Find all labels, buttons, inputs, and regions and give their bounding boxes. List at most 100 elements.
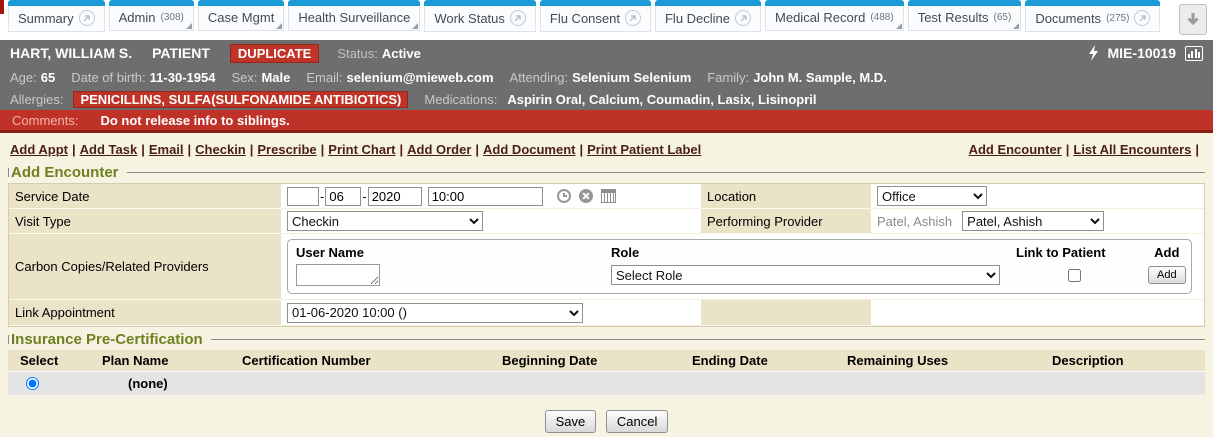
link-appointment-select[interactable]: 01-06-2020 10:00 (): [287, 303, 583, 323]
col-plan-name: Plan Name: [96, 350, 236, 372]
performing-provider-label: Performing Provider: [701, 209, 871, 234]
allergies-bar: Allergies: PENICILLINS, SULFA(SULFONAMID…: [0, 88, 1213, 110]
tab-medical-record[interactable]: Medical Record (488): [765, 0, 904, 31]
tab-case-mgmt[interactable]: Case Mgmt: [198, 0, 284, 31]
dropdown-fold-icon: [276, 23, 282, 29]
status-label: Status:: [337, 46, 377, 61]
popup-arrow-icon[interactable]: [1134, 10, 1150, 26]
add-header: Add: [1140, 242, 1194, 263]
patient-name: HART, WILLIAM S.: [10, 45, 132, 61]
save-button[interactable]: Save: [545, 410, 597, 433]
link-appointment-label: Link Appointment: [9, 300, 281, 326]
popup-arrow-icon[interactable]: [79, 10, 95, 26]
dropdown-fold-icon: [186, 23, 192, 29]
precert-select-radio[interactable]: [26, 377, 39, 390]
popup-arrow-icon[interactable]: [625, 10, 641, 26]
tab-documents[interactable]: Documents (275): [1025, 0, 1160, 32]
form-buttons: Save Cancel: [8, 410, 1205, 433]
dropdown-fold-icon: [1013, 23, 1019, 29]
service-time-input[interactable]: [428, 187, 543, 206]
link-print-chart[interactable]: Print Chart: [328, 142, 395, 157]
location-cell: Office: [871, 184, 1204, 209]
age-value: 65: [41, 70, 55, 85]
tab-summary[interactable]: Summary: [8, 0, 105, 32]
performing-provider-readonly: Patel, Ashish: [877, 214, 952, 229]
location-select[interactable]: Office: [877, 186, 987, 206]
link-to-patient-checkbox[interactable]: [1068, 269, 1081, 282]
cancel-button[interactable]: Cancel: [606, 410, 668, 433]
link-list-all-encounters[interactable]: List All Encounters: [1073, 142, 1191, 157]
service-date-cell: - -: [281, 184, 701, 209]
tab-work-status[interactable]: Work Status: [424, 0, 536, 32]
performing-provider-select[interactable]: Patel, Ashish: [962, 211, 1104, 231]
tab-flu-consent[interactable]: Flu Consent: [540, 0, 651, 32]
link-add-encounter[interactable]: Add Encounter: [969, 142, 1062, 157]
user-name-header: User Name: [288, 242, 603, 263]
link-prescribe[interactable]: Prescribe: [257, 142, 316, 157]
lightning-bolt-icon[interactable]: [1088, 45, 1099, 61]
col-remaining-uses: Remaining Uses: [841, 350, 1046, 372]
tab-bar: Summary Admin (308) Case Mgmt Health Sur…: [0, 0, 1213, 40]
visit-type-cell: Checkin: [281, 209, 701, 234]
tab-health-surveillance[interactable]: Health Surveillance: [288, 0, 420, 31]
edge-marker: [0, 0, 4, 14]
dropdown-fold-icon: [412, 23, 418, 29]
email-value: selenium@mieweb.com: [346, 70, 493, 85]
sex-value: Male: [261, 70, 290, 85]
service-date-day-input[interactable]: [325, 187, 361, 206]
dob-value: 11-30-1954: [150, 70, 216, 85]
allergy-badge: PENICILLINS, SULFA(SULFONAMIDE ANTIBIOTI…: [73, 91, 408, 108]
carbon-copies-label: Carbon Copies/Related Providers: [9, 234, 281, 300]
plan-name-cell: (none): [96, 372, 236, 395]
link-checkin[interactable]: Checkin: [195, 142, 246, 157]
add-encounter-legend: Add Encounter: [8, 164, 1205, 181]
dropdown-fold-icon: [896, 23, 902, 29]
add-encounter-form: Service Date - - Location Office Visit T…: [8, 183, 1205, 327]
popup-arrow-icon[interactable]: [735, 10, 751, 26]
empty-label-cell: [701, 300, 871, 326]
link-add-document[interactable]: Add Document: [483, 142, 575, 157]
calendar-icon[interactable]: [601, 189, 616, 203]
attending-value: Selenium Selenium: [572, 70, 691, 85]
col-description: Description: [1046, 350, 1205, 372]
add-button[interactable]: Add: [1148, 266, 1186, 284]
user-name-input[interactable]: [296, 264, 380, 286]
table-row: [8, 372, 96, 395]
role-header: Role: [603, 242, 1008, 263]
patient-type-label: PATIENT: [152, 45, 210, 61]
link-print-patient-label[interactable]: Print Patient Label: [587, 142, 701, 157]
clear-circle-icon[interactable]: [579, 189, 593, 203]
performing-provider-cell: Patel, Ashish Patel, Ashish: [871, 209, 1204, 234]
insurance-legend: Insurance Pre-Certification: [8, 331, 1205, 348]
popup-arrow-icon[interactable]: [510, 10, 526, 26]
carbon-copies-cell: User Name Role Link to Patient Add Selec…: [281, 234, 1204, 300]
family-value: John M. Sample, M.D.: [753, 70, 887, 85]
link-email[interactable]: Email: [149, 142, 184, 157]
quick-links-row: Add Appt|Add Task|Email|Checkin|Prescrib…: [8, 138, 1205, 163]
chart-id[interactable]: MIE-10019: [1108, 45, 1176, 61]
chart-icon[interactable]: [1185, 46, 1203, 61]
medications-value: Aspirin Oral, Calcium, Coumadin, Lasix, …: [507, 92, 816, 107]
tab-admin[interactable]: Admin (308): [109, 0, 194, 31]
tab-test-results[interactable]: Test Results (65): [908, 0, 1022, 31]
main-content: Add Appt|Add Task|Email|Checkin|Prescrib…: [0, 133, 1213, 433]
link-add-appt[interactable]: Add Appt: [10, 142, 68, 157]
download-button[interactable]: [1179, 4, 1207, 35]
link-add-task[interactable]: Add Task: [80, 142, 138, 157]
duplicate-badge: DUPLICATE: [230, 44, 319, 63]
col-ending-date: Ending Date: [686, 350, 841, 372]
carbon-copies-panel: User Name Role Link to Patient Add Selec…: [287, 239, 1192, 294]
insurance-table: Select Plan Name Certification Number Be…: [8, 350, 1205, 395]
patient-header-bar: HART, WILLIAM S. PATIENT DUPLICATE Statu…: [0, 40, 1213, 66]
service-date-label: Service Date: [9, 184, 281, 209]
link-add-order[interactable]: Add Order: [407, 142, 471, 157]
visit-type-select[interactable]: Checkin: [287, 211, 483, 231]
location-label: Location: [701, 184, 871, 209]
service-date-month-input[interactable]: [287, 187, 319, 206]
clock-icon[interactable]: [557, 189, 571, 203]
service-date-year-input[interactable]: [368, 187, 422, 206]
tab-flu-decline[interactable]: Flu Decline: [655, 0, 761, 32]
role-select[interactable]: Select Role: [611, 265, 1000, 285]
comments-bar: Comments: Do not release info to sibling…: [0, 110, 1213, 133]
download-arrow-icon: [1186, 12, 1200, 28]
